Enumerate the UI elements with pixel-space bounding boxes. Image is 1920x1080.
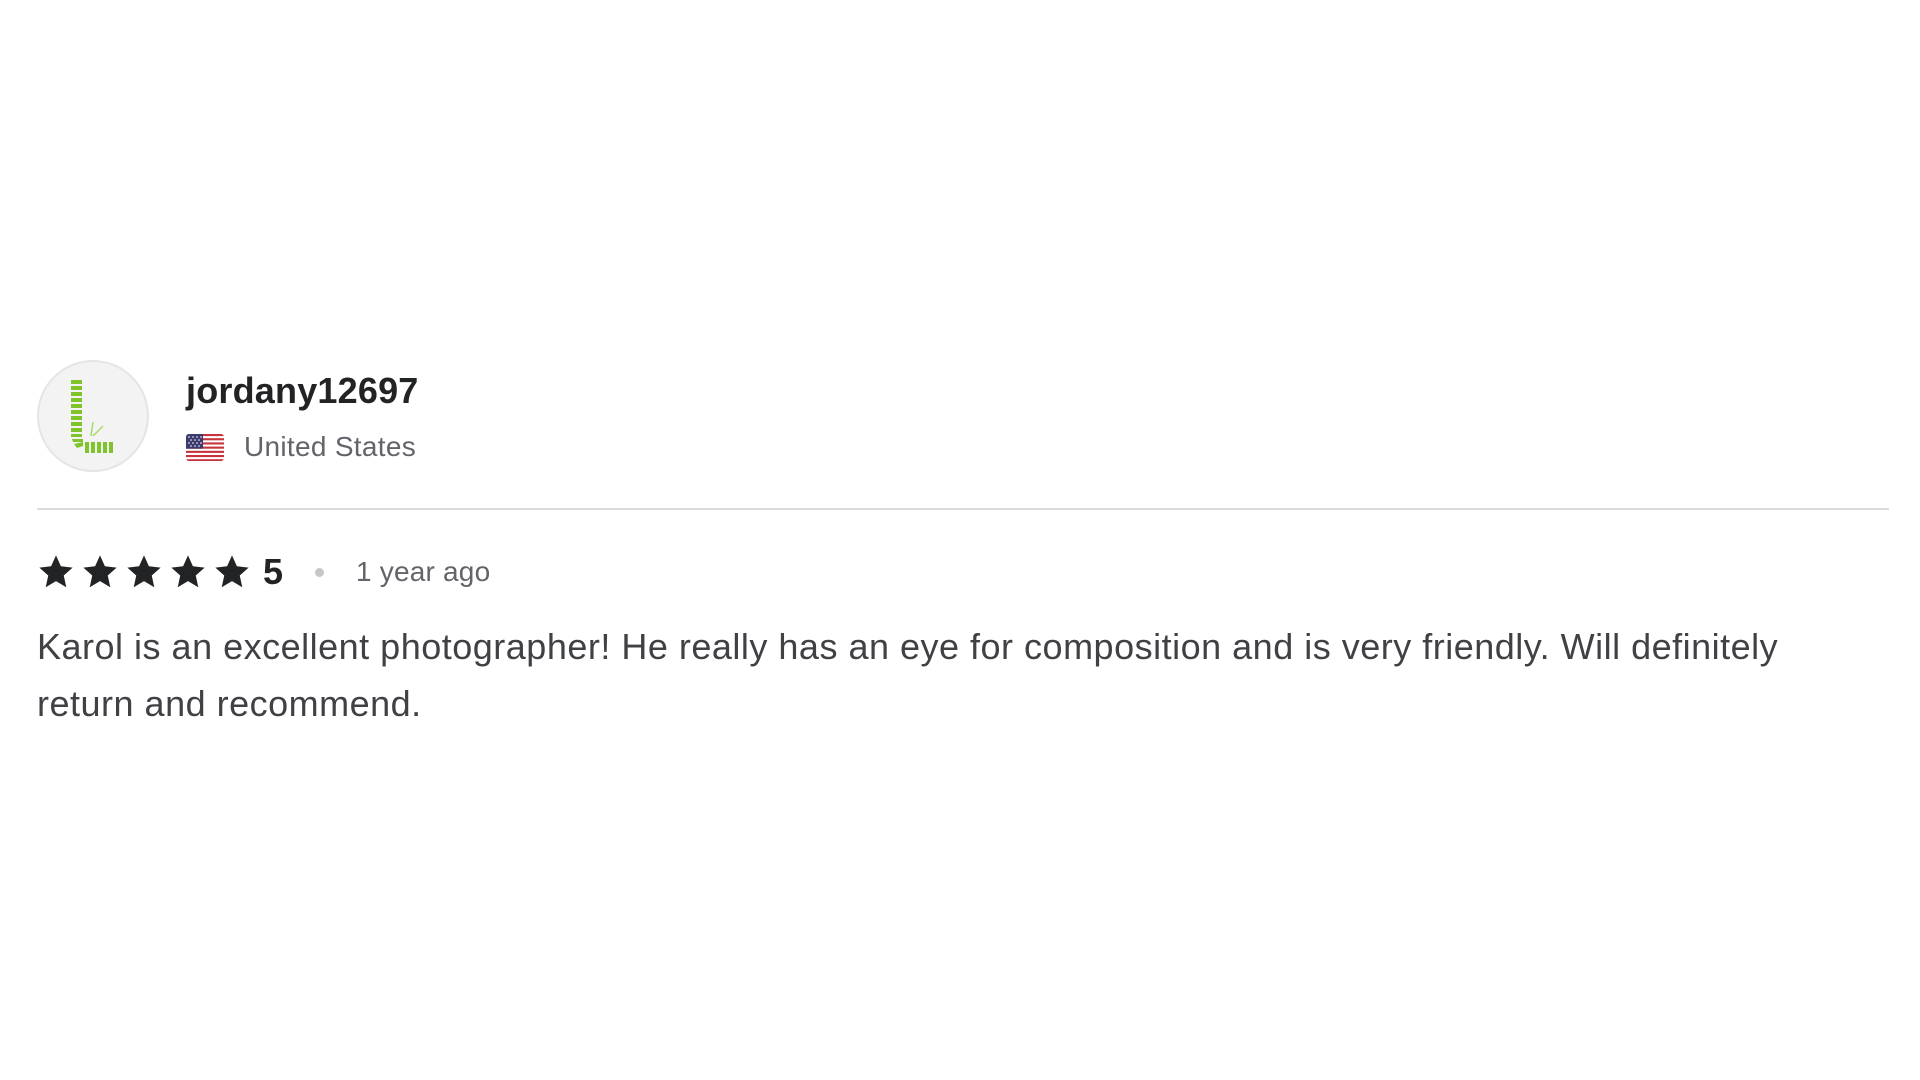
letter-l-avatar-icon	[71, 380, 113, 453]
star-icon	[127, 555, 161, 588]
divider	[37, 508, 1889, 510]
star-rating	[37, 553, 257, 591]
review-card: jordany12697 United States 5 1 year ago …	[37, 358, 1889, 732]
star-icon	[215, 555, 249, 588]
reviewer-info: jordany12697 United States	[186, 369, 419, 463]
us-flag-icon	[186, 433, 224, 461]
star-icon	[171, 555, 205, 588]
reviewer-username[interactable]: jordany12697	[186, 369, 419, 413]
country-name: United States	[244, 431, 416, 462]
rating-value: 5	[263, 551, 284, 592]
review-text: Karol is an excellent photographer! He r…	[37, 626, 1779, 724]
star-icon	[39, 555, 73, 588]
star-icon	[83, 555, 117, 588]
review-time: 1 year ago	[356, 556, 491, 587]
reviewer-header: jordany12697 United States	[37, 358, 1887, 474]
dot-separator	[315, 567, 325, 577]
rating-row: 5 1 year ago	[37, 550, 1887, 594]
avatar[interactable]	[37, 360, 149, 472]
reviewer-country: United States	[186, 431, 419, 463]
